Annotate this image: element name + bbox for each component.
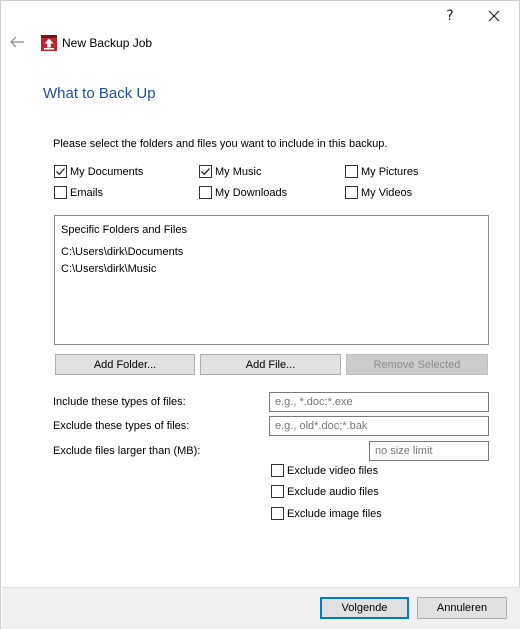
checkbox-exclude-video[interactable]: Exclude video files (271, 464, 378, 477)
checkbox-box[interactable] (271, 464, 284, 477)
checkbox-label: My Documents (70, 165, 144, 178)
checkbox-box[interactable] (345, 186, 358, 199)
checkbox-box[interactable] (199, 186, 212, 199)
checkbox-label: My Downloads (215, 186, 288, 199)
folders-files-list[interactable]: Specific Folders and Files C:\Users\dirk… (54, 215, 489, 345)
checkbox-my-pictures[interactable]: My Pictures (345, 165, 418, 178)
checkbox-box[interactable] (271, 485, 284, 498)
include-types-input[interactable]: e.g., *.doc;*.exe (269, 392, 489, 412)
add-folder-button[interactable]: Add Folder... (55, 354, 195, 375)
exclude-types-label: Exclude these types of files: (53, 420, 190, 432)
instructions-text: Please select the folders and files you … (53, 138, 388, 150)
checkbox-label: My Music (215, 165, 262, 178)
app-title: New Backup Job (62, 36, 153, 50)
cancel-button[interactable]: Annuleren (417, 597, 507, 619)
checkbox-my-music[interactable]: My Music (199, 165, 261, 178)
dialog-footer: Volgende Annuleren (2, 587, 520, 629)
checkbox-box[interactable] (54, 186, 67, 199)
checkmark-icon (56, 168, 65, 176)
checkbox-exclude-image[interactable]: Exclude image files (271, 507, 382, 520)
checkbox-box[interactable] (271, 507, 284, 520)
checkbox-label: Exclude video files (287, 464, 379, 477)
checkbox-exclude-audio[interactable]: Exclude audio files (271, 485, 379, 498)
backup-app-icon (41, 35, 57, 51)
list-item[interactable]: C:\Users\dirk\Music (61, 261, 183, 278)
checkbox-label: Exclude audio files (287, 485, 379, 498)
max-size-input[interactable]: no size limit (369, 441, 489, 461)
checkbox-label: My Pictures (361, 165, 419, 178)
page-title: What to Back Up (43, 85, 156, 102)
checkmark-icon (201, 168, 210, 176)
checkbox-label: My Videos (361, 186, 413, 199)
back-button[interactable] (9, 35, 29, 51)
include-types-label: Include these types of files: (53, 396, 186, 408)
close-icon (488, 10, 500, 22)
checkbox-box[interactable] (199, 165, 212, 178)
checkbox-label: Emails (70, 186, 104, 199)
back-arrow-icon (10, 36, 24, 48)
list-header: Specific Folders and Files (61, 224, 187, 236)
checkbox-label: Exclude image files (287, 507, 382, 520)
add-file-button[interactable]: Add File... (200, 354, 341, 375)
checkbox-box[interactable] (54, 165, 67, 178)
checkbox-my-documents[interactable]: My Documents (54, 165, 143, 178)
checkbox-my-videos[interactable]: My Videos (345, 186, 412, 199)
checkbox-my-downloads[interactable]: My Downloads (199, 186, 287, 199)
checkbox-emails[interactable]: Emails (54, 186, 103, 199)
close-button[interactable] (479, 5, 509, 27)
max-size-label: Exclude files larger than (MB): (53, 445, 201, 457)
list-item[interactable]: C:\Users\dirk\Documents (61, 244, 183, 261)
help-button[interactable]: ? (435, 5, 465, 27)
checkbox-box[interactable] (345, 165, 358, 178)
exclude-types-input[interactable]: e.g., old*.doc;*.bak (269, 416, 489, 436)
remove-selected-button[interactable]: Remove Selected (346, 354, 488, 375)
backup-job-window: ? New Backup Job What to Back Up Please … (0, 0, 520, 629)
next-button[interactable]: Volgende (320, 597, 409, 619)
